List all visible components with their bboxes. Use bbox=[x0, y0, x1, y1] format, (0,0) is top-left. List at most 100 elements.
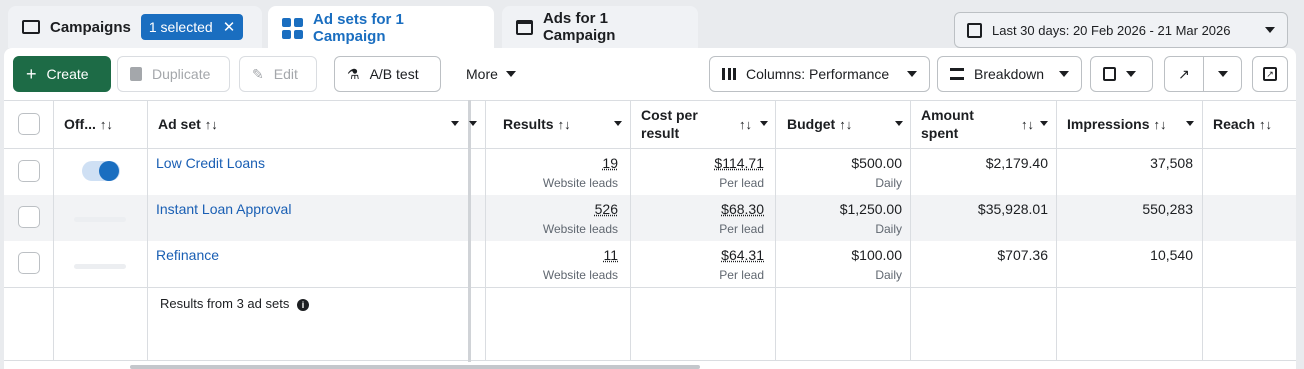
cost-value[interactable]: $114.71 bbox=[644, 155, 764, 171]
info-icon[interactable]: i bbox=[296, 299, 309, 311]
header-impressions[interactable]: Impressions ↑↓ bbox=[1067, 100, 1197, 148]
sort-icon: ↑↓ bbox=[739, 117, 752, 132]
header-adset[interactable]: Ad set ↑↓ bbox=[158, 100, 458, 148]
amount-spent-value: $2,179.40 bbox=[985, 155, 1048, 171]
export-button[interactable]: ↗ bbox=[1164, 56, 1242, 92]
tab-ads[interactable]: Ads for 1 Campaign bbox=[502, 6, 698, 48]
cost-type: Per lead bbox=[719, 268, 764, 282]
header-reach-label: Reach bbox=[1213, 116, 1256, 132]
columns-label: Columns: Performance bbox=[746, 66, 890, 82]
adsets-panel: + Create Duplicate ✎ Edit ⚗ A/B test Mor… bbox=[4, 48, 1296, 369]
calendar-icon bbox=[967, 22, 982, 38]
sort-icon: ↑↓ bbox=[1153, 116, 1167, 132]
amount-spent-value: $707.36 bbox=[997, 247, 1048, 263]
results-value[interactable]: 19 bbox=[504, 155, 618, 171]
frozen-column-divider[interactable] bbox=[468, 100, 471, 362]
header-results[interactable]: Results ↑↓ bbox=[503, 100, 623, 148]
selected-badge: 1 selected ✕ bbox=[140, 14, 244, 40]
results-column-menu-icon[interactable] bbox=[614, 121, 622, 126]
ad-window-icon bbox=[516, 19, 533, 35]
column-menu-icon[interactable] bbox=[469, 121, 477, 126]
row-checkbox[interactable] bbox=[18, 160, 40, 182]
header-results-label: Results bbox=[503, 116, 554, 132]
cost-type: Per lead bbox=[719, 176, 764, 190]
spent-column-menu-icon[interactable] bbox=[1040, 121, 1048, 126]
row-checkbox[interactable] bbox=[18, 206, 40, 228]
sort-icon: ↑↓ bbox=[204, 116, 218, 132]
header-cost-label-2: result bbox=[641, 125, 680, 141]
header-spent-label-2: spent bbox=[921, 125, 959, 141]
chevron-down-icon bbox=[1059, 71, 1069, 77]
ab-test-label: A/B test bbox=[369, 66, 419, 82]
adset-column-menu-icon[interactable] bbox=[451, 121, 459, 126]
flask-icon: ⚗ bbox=[347, 65, 360, 82]
horizontal-scrollbar[interactable] bbox=[130, 365, 700, 369]
header-budget[interactable]: Budget ↑↓ bbox=[787, 100, 897, 148]
export-icon: ↗ bbox=[1178, 65, 1190, 82]
chevron-down-icon bbox=[505, 71, 516, 77]
header-amount-spent[interactable]: Amount spent bbox=[921, 100, 1011, 148]
chevron-down-icon bbox=[1265, 27, 1275, 33]
sort-icon: ↑↓ bbox=[557, 116, 571, 132]
header-reach[interactable]: Reach ↑↓ bbox=[1213, 100, 1293, 148]
budget-type: Daily bbox=[875, 222, 902, 236]
header-spent-label-1: Amount bbox=[921, 107, 974, 123]
budget-column-menu-icon[interactable] bbox=[895, 121, 903, 126]
trend-chart-icon: ↗ bbox=[1263, 67, 1277, 81]
more-button[interactable]: More bbox=[454, 56, 534, 92]
clear-selection-icon[interactable]: ✕ bbox=[223, 18, 236, 36]
tab-ads-label: Ads for 1 Campaign bbox=[542, 10, 616, 44]
breakdown-button[interactable]: Breakdown bbox=[937, 56, 1082, 92]
tab-adsets-label: Ad sets for 1 Campaign bbox=[313, 11, 404, 45]
header-off-on-label: Off... bbox=[64, 116, 96, 132]
cost-value[interactable]: $64.31 bbox=[644, 247, 764, 263]
cost-column-menu-icon[interactable] bbox=[760, 121, 768, 126]
create-button[interactable]: + Create bbox=[13, 56, 111, 92]
delivery-toggle[interactable] bbox=[82, 161, 120, 181]
header-cost-label-1: Cost per bbox=[641, 107, 698, 123]
duplicate-button[interactable]: Duplicate bbox=[117, 56, 230, 92]
results-summary: Results from 3 ad sets i bbox=[160, 296, 309, 311]
results-type: Website leads bbox=[542, 176, 618, 190]
sort-icon: ↑↓ bbox=[99, 116, 113, 132]
reports-button[interactable] bbox=[1090, 56, 1153, 92]
cost-value[interactable]: $68.30 bbox=[644, 201, 764, 217]
cost-type: Per lead bbox=[719, 222, 764, 236]
budget-type: Daily bbox=[875, 176, 902, 190]
breakdown-label: Breakdown bbox=[974, 66, 1045, 82]
tab-campaigns-label: Campaigns bbox=[50, 18, 131, 36]
selected-count: 1 selected bbox=[148, 19, 213, 35]
edit-button[interactable]: ✎ Edit bbox=[239, 56, 317, 92]
tab-adsets[interactable]: Ad sets for 1 Campaign bbox=[268, 6, 494, 50]
date-range-picker[interactable]: Last 30 days: 20 Feb 2026 - 21 Mar 2026 bbox=[954, 12, 1288, 48]
sort-icon: ↑↓ bbox=[1259, 116, 1273, 132]
more-label: More bbox=[466, 66, 498, 82]
impressions-column-menu-icon[interactable] bbox=[1186, 121, 1194, 126]
adset-name-link[interactable]: Refinance bbox=[156, 247, 219, 263]
header-adset-label: Ad set bbox=[158, 116, 201, 132]
select-all-checkbox[interactable] bbox=[18, 113, 40, 135]
breakdown-icon bbox=[950, 68, 964, 80]
results-value[interactable]: 526 bbox=[504, 201, 618, 217]
impressions-value: 37,508 bbox=[1150, 155, 1193, 171]
header-budget-label: Budget bbox=[787, 116, 836, 132]
results-summary-label: Results from 3 ad sets bbox=[160, 296, 290, 311]
date-range-label: Last 30 days: 20 Feb 2026 - 21 Mar 2026 bbox=[992, 22, 1231, 38]
results-value[interactable]: 11 bbox=[504, 247, 618, 263]
tab-campaigns[interactable]: Campaigns 1 selected ✕ bbox=[8, 6, 262, 48]
copy-icon bbox=[130, 67, 142, 81]
duplicate-label: Duplicate bbox=[152, 66, 211, 82]
adset-name-link[interactable]: Instant Loan Approval bbox=[156, 201, 291, 217]
pencil-icon: ✎ bbox=[252, 65, 264, 82]
budget-value: $100.00 bbox=[851, 247, 902, 263]
chevron-down-icon bbox=[1126, 71, 1136, 77]
create-label: Create bbox=[46, 66, 89, 82]
chart-button[interactable]: ↗ bbox=[1252, 56, 1288, 92]
edit-label: Edit bbox=[273, 66, 298, 82]
columns-button[interactable]: Columns: Performance bbox=[709, 56, 930, 92]
header-off-on[interactable]: Off... ↑↓ bbox=[64, 100, 144, 148]
adset-name-link[interactable]: Low Credit Loans bbox=[156, 155, 265, 171]
results-type: Website leads bbox=[542, 268, 618, 282]
ab-test-button[interactable]: ⚗ A/B test bbox=[334, 56, 441, 92]
row-checkbox[interactable] bbox=[18, 252, 40, 274]
